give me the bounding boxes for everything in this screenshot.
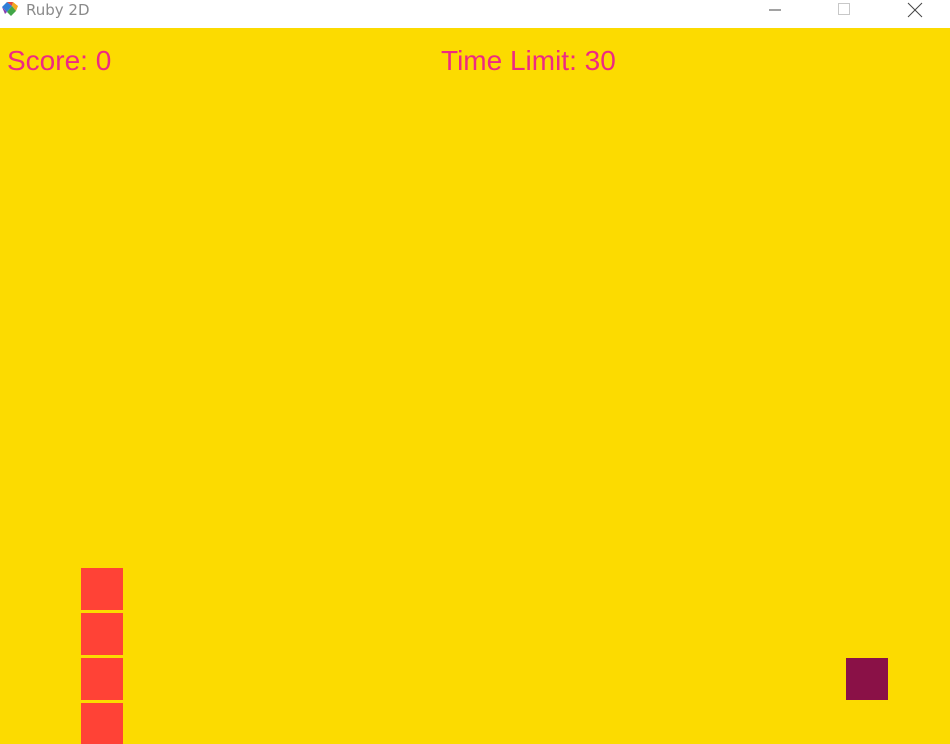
close-icon (907, 2, 923, 18)
food-item (846, 658, 888, 700)
ruby2d-logo-icon (0, 1, 20, 19)
maximize-button[interactable] (821, 0, 867, 22)
snake-segment (81, 568, 123, 610)
snake-segment (81, 613, 123, 655)
game-canvas[interactable]: Score: 0 Time Limit: 30 (0, 28, 950, 744)
minimize-icon (769, 9, 781, 11)
time-limit-text: Time Limit: 30 (441, 45, 616, 76)
close-button[interactable] (891, 0, 937, 22)
minimize-button[interactable] (752, 0, 798, 22)
window-title: Ruby 2D (26, 1, 90, 19)
title-bar[interactable]: Ruby 2D (0, 0, 950, 28)
app-window: Ruby 2D Score: 0 Time Limit: 30 (0, 0, 950, 744)
score-text: Score: 0 (7, 45, 112, 76)
snake-segment (81, 658, 123, 700)
maximize-icon (838, 3, 850, 15)
snake-segment (81, 703, 123, 744)
